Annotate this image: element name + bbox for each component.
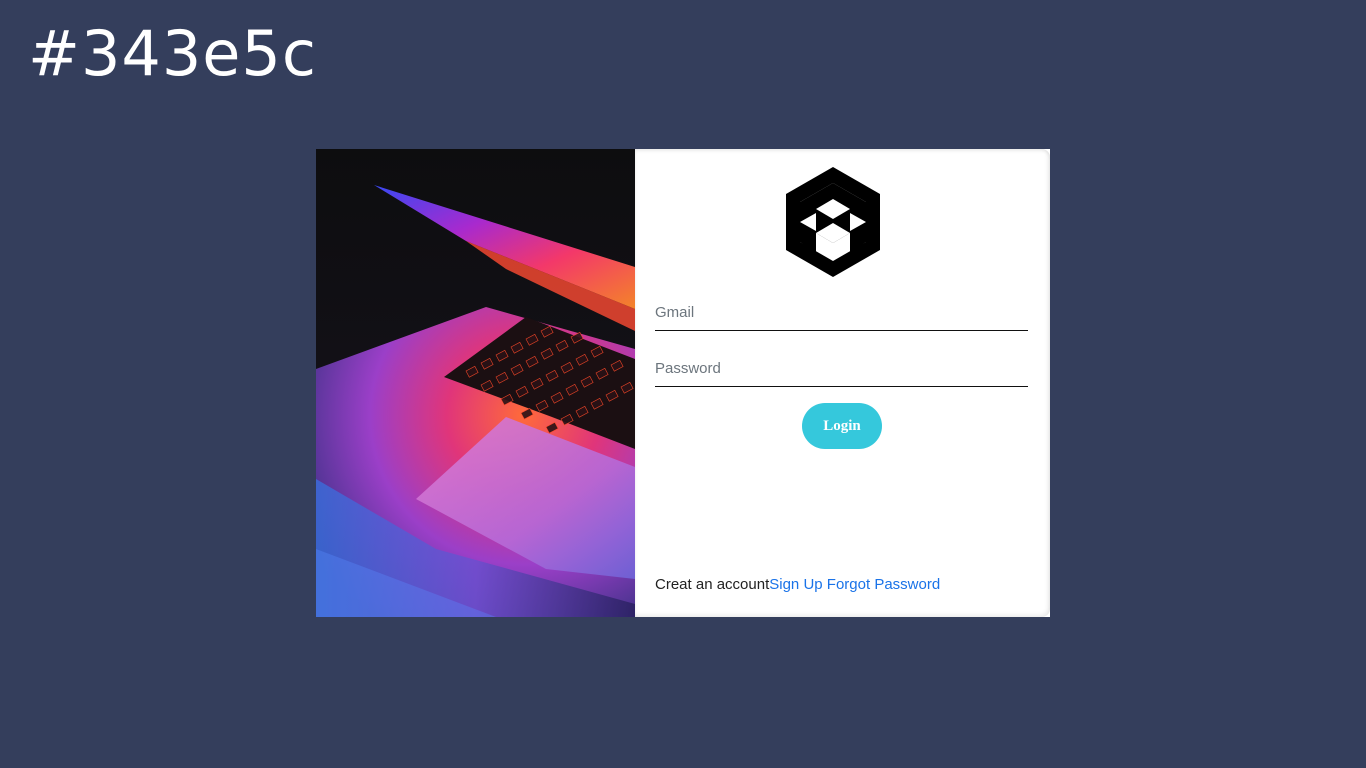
- password-input[interactable]: [655, 350, 1028, 387]
- laptop-photo: [316, 149, 635, 617]
- sign-up-link[interactable]: Sign Up: [769, 576, 822, 593]
- create-account-text: Creat an account: [655, 576, 770, 593]
- hero-image: [316, 149, 635, 617]
- account-links: Creat an accountSign Up Forgot Password: [655, 576, 940, 593]
- login-button[interactable]: Login: [802, 403, 882, 449]
- gmail-input[interactable]: [655, 294, 1028, 331]
- hexagon-cube-logo-icon: [784, 167, 882, 277]
- page: #343e5c Gmail Login Creat an accountSign…: [0, 0, 1366, 768]
- login-card: Login Creat an accountSign Up Forgot Pas…: [316, 149, 1050, 617]
- forgot-password-link[interactable]: Forgot Password: [827, 576, 940, 593]
- login-form-panel: Login Creat an accountSign Up Forgot Pas…: [635, 149, 1050, 617]
- color-hex-label: #343e5c: [28, 17, 317, 90]
